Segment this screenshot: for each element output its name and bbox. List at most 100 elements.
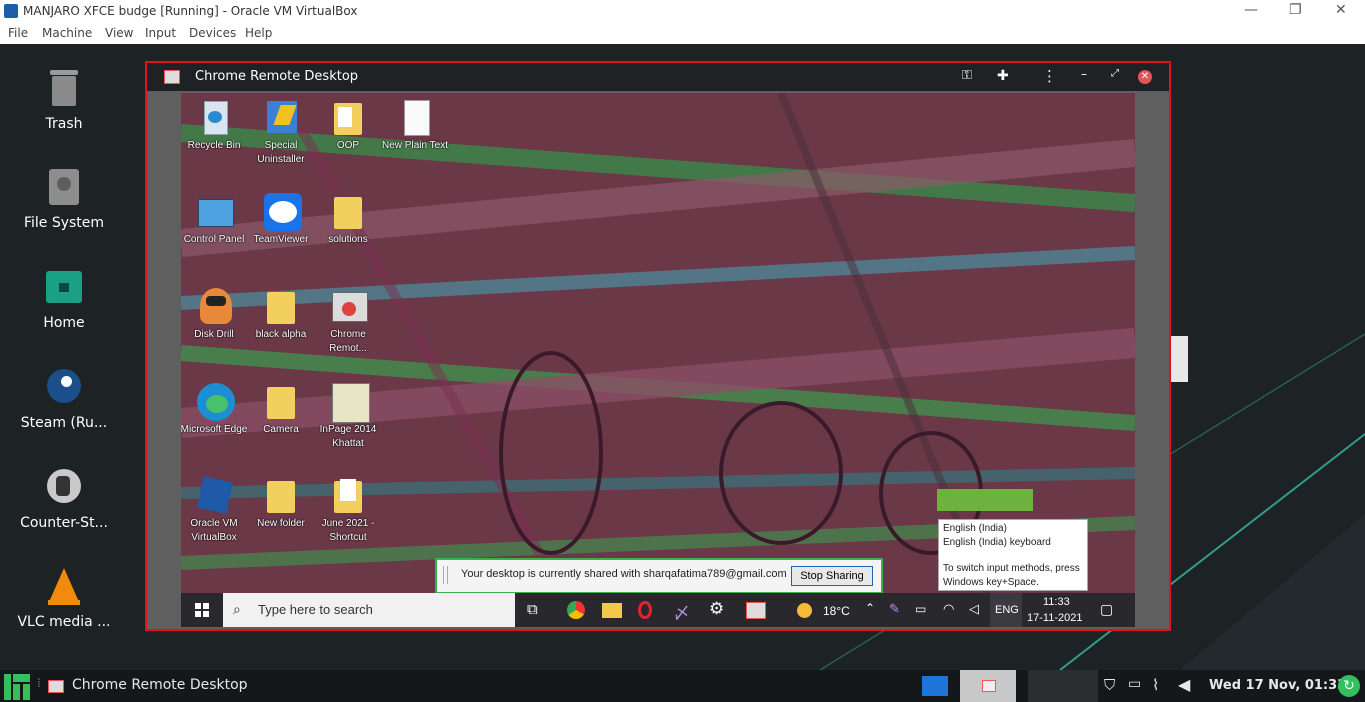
battery-icon[interactable]: ▭ bbox=[915, 602, 926, 616]
taskbar-time[interactable]: 11:33 bbox=[1043, 596, 1070, 608]
more-vert-icon[interactable]: ⋮ bbox=[1042, 67, 1057, 85]
edge-icon bbox=[196, 383, 235, 421]
trash-icon bbox=[44, 68, 84, 110]
remote-icon-label: New Plain Text bbox=[382, 140, 448, 151]
opera-icon[interactable] bbox=[638, 601, 652, 619]
desktop-icon-counter-strike[interactable]: Counter-St... bbox=[8, 467, 120, 531]
remote-icon-special-uninstaller[interactable]: Special Uninstaller bbox=[246, 99, 316, 167]
folder-icon bbox=[330, 99, 366, 137]
file-explorer-icon[interactable] bbox=[602, 603, 622, 618]
desktop-icon-file-system[interactable]: File System bbox=[8, 167, 120, 231]
vlc-icon bbox=[44, 566, 84, 608]
volume-icon[interactable]: ◀ bbox=[1178, 675, 1190, 694]
remote-icon-new-plain-text[interactable]: New Plain Text bbox=[380, 99, 450, 153]
manjaro-menu-icon[interactable] bbox=[4, 674, 30, 700]
workspace-2[interactable] bbox=[960, 670, 1016, 702]
remote-icon-chrome-remote[interactable]: Chrome Remot... bbox=[313, 288, 383, 356]
taskbar-date[interactable]: 17-11-2021 bbox=[1027, 612, 1082, 624]
windows-search-box[interactable]: ⌕ Type here to search bbox=[223, 593, 515, 627]
remote-icon-control-panel[interactable]: Control Panel bbox=[181, 193, 249, 247]
desktop-icon-trash[interactable]: Trash bbox=[8, 68, 120, 132]
folder-icon bbox=[330, 477, 366, 515]
folder-icon bbox=[330, 193, 366, 231]
desktop-icon-home[interactable]: Home bbox=[8, 267, 120, 331]
remote-icon-june-2021[interactable]: June 2021 - Shortcut bbox=[313, 477, 383, 545]
vbox-app-icon bbox=[4, 4, 18, 18]
task-view-icon[interactable]: ⧉ bbox=[527, 601, 538, 618]
recycle-bin-icon bbox=[196, 99, 232, 137]
key-icon[interactable]: ⚿ bbox=[962, 68, 972, 83]
lang-popup-line1: English (India) bbox=[943, 523, 1007, 534]
wifi-icon[interactable]: ◠ bbox=[943, 601, 954, 617]
update-icon[interactable]: ↻ bbox=[1338, 675, 1360, 697]
menu-file[interactable]: File bbox=[8, 26, 28, 40]
uninstaller-icon bbox=[263, 99, 299, 137]
menu-machine[interactable]: Machine bbox=[42, 26, 92, 40]
inpage-icon bbox=[330, 383, 370, 423]
menu-devices[interactable]: Devices bbox=[189, 26, 236, 40]
lang-popup-line2: English (India) keyboard bbox=[943, 537, 1051, 548]
vbox-window-title: MANJARO XFCE budge [Running] - Oracle VM… bbox=[23, 4, 358, 18]
remote-icon-black-alpha[interactable]: black alpha bbox=[246, 288, 316, 342]
panel-clock[interactable]: Wed 17 Nov, 01:33 bbox=[1209, 678, 1346, 693]
security-icon[interactable]: ⛉ bbox=[1104, 676, 1115, 694]
windows-start-icon[interactable] bbox=[195, 603, 209, 617]
sharing-message: Your desktop is currently shared with sh… bbox=[461, 568, 787, 580]
remote-icon-label: black alpha bbox=[255, 329, 307, 340]
remote-icon-inpage[interactable]: InPage 2014 Khattat bbox=[313, 383, 383, 451]
remote-icon-recycle-bin[interactable]: Recycle Bin bbox=[181, 99, 249, 153]
lang-tray-box[interactable]: ENG bbox=[990, 593, 1022, 627]
pen-tray-icon[interactable]: ✎ bbox=[889, 601, 900, 617]
remote-icon-teamviewer[interactable]: TeamViewer bbox=[246, 193, 316, 247]
volume-icon[interactable]: ◁ bbox=[969, 601, 979, 617]
vbox-minimize-button[interactable]: — bbox=[1244, 2, 1258, 18]
crd-task-icon[interactable] bbox=[48, 680, 64, 693]
teamviewer-icon bbox=[263, 193, 302, 231]
weather-icon bbox=[797, 603, 812, 618]
minimize-icon[interactable]: – bbox=[1081, 67, 1087, 81]
remote-windows-desktop[interactable]: Recycle Bin Special Uninstaller OOP New … bbox=[181, 93, 1135, 627]
settings-gear-icon[interactable]: ⚙ bbox=[709, 599, 724, 619]
crd-title-bar: Chrome Remote Desktop ⚿ ✚ ⋮ – ⤢ ✕ bbox=[147, 63, 1169, 91]
feather-app-icon[interactable]: 〆 bbox=[673, 599, 690, 624]
remote-icon-solutions[interactable]: solutions bbox=[313, 193, 383, 247]
drag-handle[interactable] bbox=[443, 566, 448, 584]
text-file-icon bbox=[397, 99, 433, 137]
display-icon[interactable]: ▭ bbox=[1128, 676, 1141, 692]
tray-chevron-icon[interactable]: ⌃ bbox=[865, 601, 875, 615]
desktop-icon-vlc[interactable]: VLC media ... bbox=[8, 566, 120, 630]
remote-icon-edge[interactable]: Microsoft Edge bbox=[181, 383, 249, 437]
extension-icon[interactable]: ✚ bbox=[997, 68, 1009, 84]
remote-icon-camera[interactable]: Camera bbox=[246, 383, 316, 437]
remote-icon-label: solutions bbox=[328, 234, 368, 245]
remote-icon-label: Disk Drill bbox=[194, 329, 234, 340]
remote-desktop-taskbar-icon[interactable] bbox=[746, 602, 766, 619]
desktop-icon-label: Counter-St... bbox=[20, 515, 108, 531]
vbox-close-button[interactable]: ✕ bbox=[1335, 2, 1347, 18]
workspace-3[interactable] bbox=[1028, 670, 1098, 702]
vbox-restore-button[interactable]: ❐ bbox=[1289, 2, 1302, 18]
disk-drill-icon bbox=[196, 288, 232, 326]
search-placeholder: Type here to search bbox=[258, 602, 373, 617]
virtualbox-icon bbox=[196, 476, 233, 515]
paperclip-icon[interactable]: ⌇ bbox=[1152, 676, 1159, 694]
remote-icon-virtualbox[interactable]: Oracle VM VirtualBox bbox=[181, 476, 249, 545]
lang-code: ENG bbox=[995, 604, 1019, 616]
notifications-icon[interactable]: ▢ bbox=[1100, 601, 1113, 618]
remote-icon-label: Oracle VM VirtualBox bbox=[190, 518, 238, 543]
stop-sharing-button[interactable]: Stop Sharing bbox=[791, 566, 873, 586]
menu-view[interactable]: View bbox=[105, 26, 133, 40]
panel-task-title[interactable]: Chrome Remote Desktop bbox=[72, 677, 248, 693]
close-icon[interactable]: ✕ bbox=[1138, 70, 1152, 84]
remote-icon-disk-drill[interactable]: Disk Drill bbox=[181, 288, 249, 342]
remote-icon-oop[interactable]: OOP bbox=[313, 99, 383, 153]
desktop-icon-label: File System bbox=[23, 215, 105, 231]
remote-icon-label: Recycle Bin bbox=[187, 140, 241, 151]
remote-icon-new-folder[interactable]: New folder bbox=[246, 477, 316, 531]
desktop-icon-steam[interactable]: Steam (Ru... bbox=[8, 367, 120, 431]
workspace-1[interactable] bbox=[922, 676, 948, 696]
menu-help[interactable]: Help bbox=[245, 26, 272, 40]
maximize-icon[interactable]: ⤢ bbox=[1111, 68, 1119, 79]
chrome-taskbar-icon[interactable] bbox=[567, 601, 585, 619]
menu-input[interactable]: Input bbox=[145, 26, 176, 40]
